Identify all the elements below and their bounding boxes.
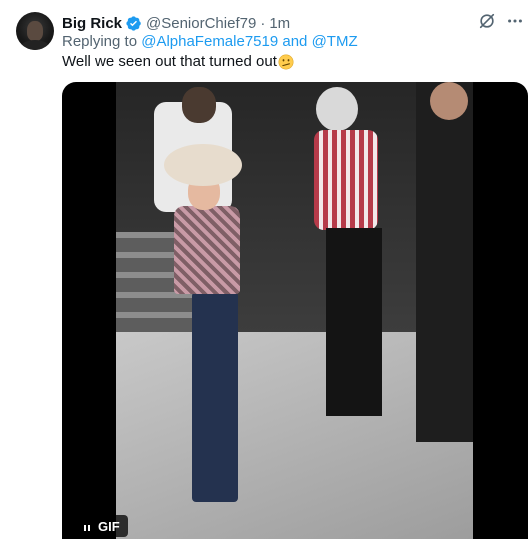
gif-badge[interactable]: GIF bbox=[74, 515, 128, 537]
more-icon[interactable] bbox=[506, 12, 524, 30]
tweet[interactable]: Big Rick @SeniorChief79 · 1m Replying to… bbox=[0, 0, 530, 539]
replying-to-label: Replying to bbox=[62, 33, 138, 50]
scene-person-right bbox=[416, 82, 473, 442]
avatar-shoulders bbox=[20, 40, 50, 50]
scene-boy-shirt bbox=[174, 206, 240, 294]
grok-icon[interactable] bbox=[478, 12, 496, 30]
tweet-text: Well we seen out that turned out bbox=[62, 53, 294, 70]
mention-joiner[interactable]: and bbox=[282, 33, 307, 50]
gif-media[interactable]: GIF bbox=[62, 82, 528, 539]
scene-boy-cowboy-hat bbox=[164, 144, 242, 186]
tweet-header: Big Rick @SeniorChief79 · 1m bbox=[62, 13, 290, 33]
gif-frame bbox=[116, 82, 473, 539]
author-handle[interactable]: @SeniorChief79 bbox=[146, 15, 256, 32]
diagonal-mouth-emoji-icon bbox=[278, 54, 294, 70]
mention-alphafemale[interactable]: @AlphaFemale7519 bbox=[141, 33, 278, 50]
timestamp[interactable]: 1m bbox=[269, 15, 290, 32]
separator-dot: · bbox=[260, 14, 266, 32]
gif-label: GIF bbox=[98, 518, 120, 534]
scene-person-back-head bbox=[182, 87, 216, 123]
avatar-face bbox=[27, 21, 43, 41]
scene-older-man-head bbox=[316, 87, 358, 131]
scene-older-man-pants bbox=[326, 228, 382, 416]
tweet-body: Well we seen out that turned out bbox=[62, 53, 277, 70]
scene-older-man-shirt bbox=[314, 130, 378, 230]
verified-badge-icon bbox=[125, 15, 142, 32]
scene-boy-jeans bbox=[192, 292, 238, 502]
replying-to: Replying to @AlphaFemale7519 and @TMZ bbox=[62, 33, 358, 50]
avatar[interactable] bbox=[16, 12, 54, 50]
display-name[interactable]: Big Rick bbox=[62, 15, 122, 32]
tweet-actions bbox=[478, 12, 524, 30]
scene-person-right-head bbox=[430, 82, 468, 120]
mention-tmz[interactable]: @TMZ bbox=[312, 33, 358, 50]
pause-icon[interactable] bbox=[82, 521, 92, 531]
